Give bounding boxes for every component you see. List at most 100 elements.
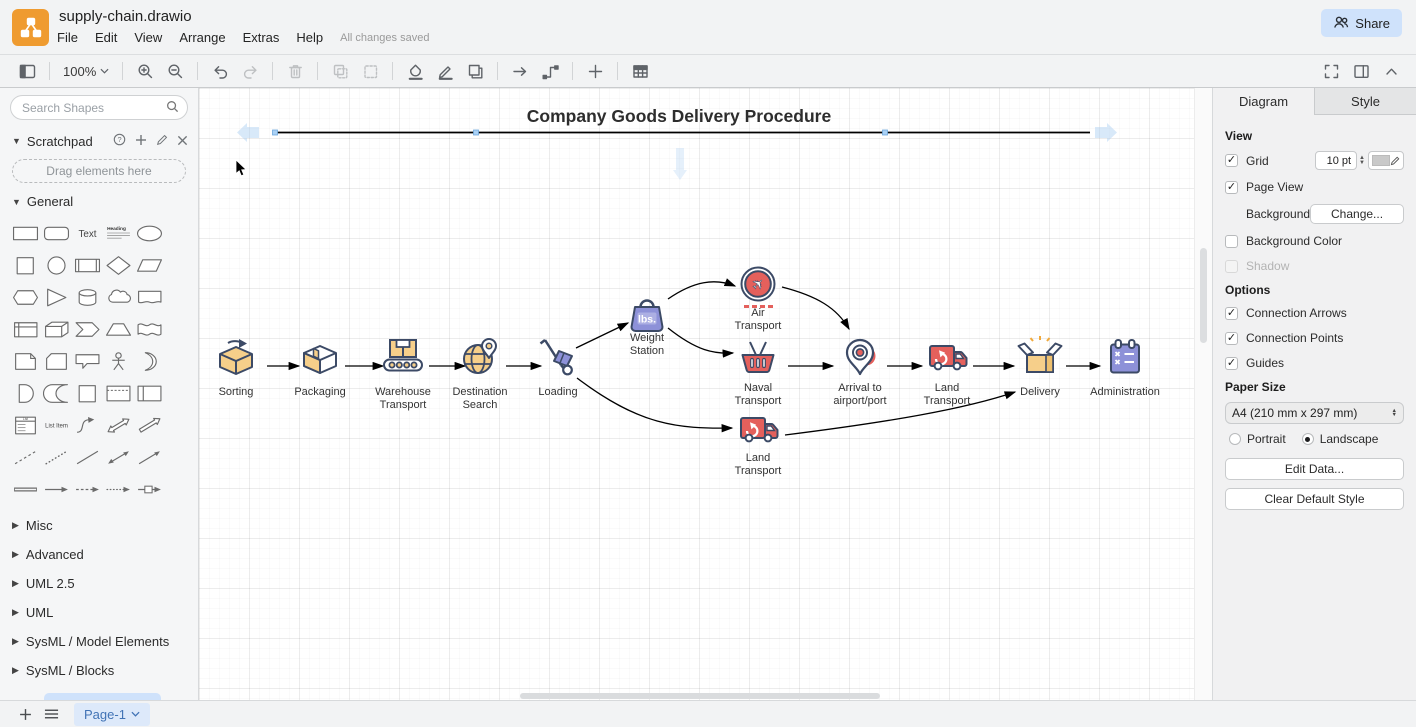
shadow-icon[interactable] <box>460 58 490 84</box>
add-icon[interactable] <box>135 134 147 149</box>
shape-ellipse-icon[interactable] <box>134 217 165 249</box>
shape-curve-icon[interactable] <box>72 409 103 441</box>
collapse-icon[interactable] <box>1376 58 1406 84</box>
edit-icon[interactable] <box>156 134 168 149</box>
sidebar-section-uml-2-5[interactable]: ▶UML 2.5 <box>0 569 198 598</box>
shape-tape-icon[interactable] <box>134 313 165 345</box>
shape-dashed-arrow-icon[interactable] <box>72 473 103 505</box>
sidebar-toggle-icon[interactable] <box>12 58 42 84</box>
pages-list-icon[interactable] <box>38 703 64 725</box>
shape-data-storage-icon[interactable] <box>41 377 72 409</box>
shape-list-icon[interactable]: List <box>10 409 41 441</box>
shape-and-icon[interactable] <box>10 377 41 409</box>
tab-style[interactable]: Style <box>1314 88 1416 115</box>
vertical-scrollbar-thumb[interactable] <box>1200 248 1207 343</box>
delete-icon[interactable] <box>280 58 310 84</box>
menu-extras[interactable]: Extras <box>243 30 280 45</box>
diagram-title[interactable]: Company Goods Delivery Procedure <box>527 106 832 126</box>
shape-bidirectional-arrow-icon[interactable] <box>103 409 134 441</box>
connection-arrows-checkbox[interactable]: ✓ <box>1225 307 1238 320</box>
shape-square-2-icon[interactable] <box>72 377 103 409</box>
paper-size-select[interactable]: A4 (210 mm x 297 mm) ▲▼ <box>1225 402 1404 424</box>
background-color-checkbox[interactable]: ✓ <box>1225 235 1238 248</box>
menu-view[interactable]: View <box>134 30 162 45</box>
shape-callout-icon[interactable] <box>72 345 103 377</box>
format-panel-icon[interactable] <box>1346 58 1376 84</box>
shape-bidirectional-connector-icon[interactable] <box>103 441 134 473</box>
table-icon[interactable] <box>625 58 655 84</box>
zoom-out-icon[interactable] <box>160 58 190 84</box>
node-warehouse-transport[interactable] <box>384 340 422 371</box>
shape-arrow-connector-icon[interactable] <box>41 473 72 505</box>
general-section-header[interactable]: ▼ General <box>0 185 198 213</box>
share-button[interactable]: Share <box>1321 9 1402 37</box>
node-packaging[interactable] <box>304 346 336 373</box>
shape-process-icon[interactable] <box>72 249 103 281</box>
grid-checkbox[interactable]: ✓ <box>1225 154 1238 167</box>
sidebar-section-misc[interactable]: ▶Misc <box>0 511 198 540</box>
change-background-button[interactable]: Change... <box>1310 204 1404 224</box>
portrait-radio[interactable] <box>1229 433 1241 445</box>
node-land-transport-1[interactable] <box>741 418 778 441</box>
node-delivery[interactable] <box>1019 336 1062 372</box>
scratchpad-header[interactable]: ▼ Scratchpad ? <box>0 124 198 153</box>
shape-actor-icon[interactable] <box>103 345 134 377</box>
flow-edge[interactable] <box>577 378 732 428</box>
search-shapes-input[interactable] <box>10 95 188 120</box>
node-loading[interactable] <box>541 340 573 374</box>
sidebar-section-sysml-blocks[interactable]: ▶SysML / Blocks <box>0 656 198 685</box>
shape-note-icon[interactable] <box>10 345 41 377</box>
sidebar-section-uml[interactable]: ▶UML <box>0 598 198 627</box>
edit-data-button[interactable]: Edit Data... <box>1225 458 1404 480</box>
scratchpad-dropzone[interactable]: Drag elements here <box>12 159 186 183</box>
shape-step-icon[interactable] <box>72 313 103 345</box>
node-land-transport-2[interactable] <box>930 346 967 369</box>
shadow-checkbox[interactable]: ✓ <box>1225 260 1238 273</box>
shape-rounded-rectangle-icon[interactable] <box>41 217 72 249</box>
flow-edge[interactable] <box>668 328 733 353</box>
shape-card-icon[interactable] <box>41 345 72 377</box>
shape-triangle-icon[interactable] <box>41 281 72 313</box>
fullscreen-icon[interactable] <box>1316 58 1346 84</box>
shape-directional-connector-icon[interactable] <box>134 441 165 473</box>
undo-icon[interactable] <box>205 58 235 84</box>
zoom-level-dropdown[interactable]: 100% <box>57 64 115 79</box>
flow-edge[interactable] <box>782 287 849 329</box>
add-page-button[interactable] <box>12 703 38 725</box>
copy-icon[interactable] <box>325 58 355 84</box>
node-air-transport[interactable]: ✈ <box>742 268 775 307</box>
more-shapes-button[interactable]: More Shapes <box>44 693 161 700</box>
grid-size-input[interactable]: 10 pt <box>1315 151 1357 170</box>
shape-cube-icon[interactable] <box>41 313 72 345</box>
shape-or-icon[interactable] <box>134 345 165 377</box>
node-sorting[interactable] <box>220 339 252 374</box>
shape-arrow-icon[interactable] <box>134 409 165 441</box>
shape-trapezoid-icon[interactable] <box>103 313 134 345</box>
shape-hexagon-icon[interactable] <box>10 281 41 313</box>
shape-link-icon[interactable] <box>10 473 41 505</box>
shape-list-item-icon[interactable]: List Item <box>41 409 72 441</box>
shape-rectangle-icon[interactable] <box>10 217 41 249</box>
node-administration[interactable] <box>1111 340 1139 373</box>
grid-size-stepper[interactable]: ▲▼ <box>1359 156 1365 166</box>
shape-cylinder-icon[interactable] <box>72 281 103 313</box>
shape-heading-icon[interactable]: Heading <box>103 217 134 249</box>
node-destination-search[interactable] <box>464 339 496 373</box>
sidebar-section-advanced[interactable]: ▶Advanced <box>0 540 198 569</box>
horizontal-scrollbar[interactable] <box>520 693 880 699</box>
shape-labeled-arrow-icon[interactable] <box>134 473 165 505</box>
connection-points-checkbox[interactable]: ✓ <box>1225 332 1238 345</box>
landscape-radio[interactable] <box>1302 433 1314 445</box>
shape-dashed-line-icon[interactable] <box>10 441 41 473</box>
redo-icon[interactable] <box>235 58 265 84</box>
diagram-canvas[interactable]: Company Goods Delivery Procedure Sorting… <box>199 88 1194 700</box>
page-tab[interactable]: Page-1 <box>74 703 150 726</box>
help-icon[interactable]: ? <box>113 133 126 149</box>
zoom-in-icon[interactable] <box>130 58 160 84</box>
shape-document-icon[interactable] <box>134 281 165 313</box>
shape-vertical-container-icon[interactable] <box>134 377 165 409</box>
flow-edge[interactable] <box>785 392 1015 435</box>
node-weight-station[interactable]: lbs. <box>632 301 663 332</box>
flow-edge[interactable] <box>576 323 628 348</box>
shape-internal-storage-icon[interactable] <box>10 313 41 345</box>
